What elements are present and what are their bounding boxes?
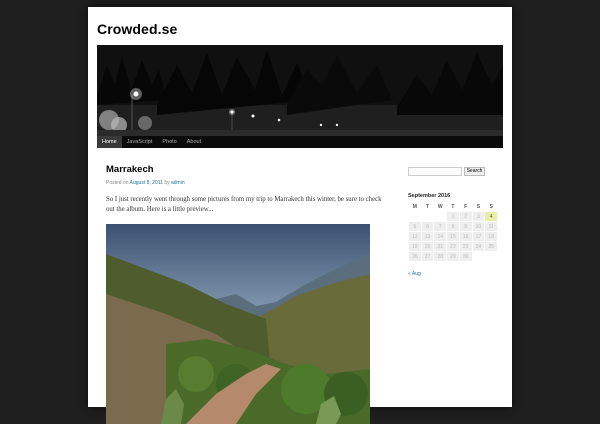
calendar-caption: September 2016 — [408, 193, 451, 199]
calendar-week-row: 1234 — [409, 212, 497, 221]
calendar-weekday-header: W — [437, 204, 443, 210]
calendar-day: 30 — [459, 252, 472, 261]
calendar-day: 9 — [459, 222, 472, 231]
page-wrapper: Crowded.se Home JavaScript Photo About M… — [88, 7, 512, 424]
menu-item-photo[interactable]: Photo — [157, 136, 181, 148]
calendar-empty-cell — [434, 212, 446, 221]
calendar-day: 11 — [485, 222, 497, 231]
calendar-weekday-header: S — [489, 204, 493, 210]
calendar: MTWTFSS 1 2 3 4 5 6 7 8 9 10 11 12 13 14 15 16 17 18 19 20 2… — [408, 202, 498, 262]
calendar-day: 13 — [421, 232, 434, 241]
calendar-day: 22 — [447, 242, 459, 251]
calendar-day: 27 — [421, 252, 434, 261]
calendar-day: 28 — [434, 252, 447, 261]
calendar-weekday-header: T — [451, 204, 455, 210]
calendar-empty-cell — [473, 252, 485, 261]
calendar-weekday-header: S — [476, 204, 481, 210]
calendar-week-row: 19 20 21 22 23 24 25 — [409, 242, 497, 251]
post-content: Marrakech Posted on August 8, 2011 by ad… — [106, 164, 382, 424]
calendar-day: 10 — [472, 222, 485, 231]
search-input[interactable] — [408, 167, 462, 176]
calendar-day: 18 — [485, 232, 497, 241]
meta-prefix: Posted on — [106, 180, 129, 186]
calendar-day: 16 — [459, 232, 472, 241]
post-image[interactable] — [106, 224, 370, 424]
post-meta: Posted on August 8, 2011 by admin — [106, 180, 371, 186]
meta-by: by — [164, 180, 170, 186]
calendar-empty-cell — [409, 212, 421, 221]
calendar-weekday-header: F — [464, 204, 468, 210]
post-title[interactable]: Marrakech — [106, 164, 371, 175]
calendar-day: 19 — [409, 242, 421, 251]
calendar-week-row: 5 6 7 8 9 10 11 — [409, 222, 497, 231]
menu-item-javascript[interactable]: JavaScript — [122, 136, 158, 148]
calendar-day: 17 — [472, 232, 485, 241]
calendar-day: 2 — [459, 212, 472, 221]
calendar-weekday-header: M — [412, 204, 417, 210]
site-title[interactable]: Crowded.se — [97, 21, 177, 37]
calendar-weekday-header: T — [426, 204, 430, 210]
calendar-prev-month-link[interactable]: « Aug — [408, 271, 421, 277]
calendar-empty-cell — [422, 212, 434, 221]
calendar-day: 8 — [447, 222, 459, 231]
calendar-week-row: 26 27 28 29 30 — [409, 252, 497, 261]
calendar-day: 29 — [447, 252, 459, 261]
calendar-day: 25 — [485, 242, 497, 251]
calendar-week-row: 12 13 14 15 16 17 18 — [409, 232, 497, 241]
post-body: So I just recently went through some pic… — [106, 196, 382, 213]
calendar-day: 7 — [434, 222, 447, 231]
calendar-day: 14 — [434, 232, 447, 241]
calendar-day: 3 — [472, 212, 485, 221]
menu-item-home[interactable]: Home — [97, 136, 122, 148]
calendar-day: 21 — [434, 242, 447, 251]
calendar-day: 15 — [447, 232, 459, 241]
search-button[interactable]: Search — [464, 167, 485, 176]
calendar-day: 26 — [409, 252, 421, 261]
calendar-day: 1 — [447, 212, 459, 221]
calendar-day: 6 — [421, 222, 434, 231]
calendar-day: 23 — [459, 242, 472, 251]
calendar-header-row: MTWTFSS — [409, 203, 497, 211]
post-date-link[interactable]: August 8, 2011 — [130, 180, 163, 186]
calendar-day: 24 — [472, 242, 485, 251]
post-author-link[interactable]: admin — [171, 180, 185, 186]
header-image — [97, 45, 503, 136]
calendar-day: 12 — [409, 232, 421, 241]
calendar-body: 1 2 3 4 5 6 7 8 9 10 11 12 13 14 15 16 17 18 19 20 21 22 23 24 2… — [409, 212, 497, 261]
main-menu: Home JavaScript Photo About — [97, 136, 503, 148]
calendar-empty-cell — [485, 252, 497, 261]
calendar-day: 4 — [485, 212, 497, 221]
calendar-day: 20 — [421, 242, 434, 251]
calendar-day: 5 — [409, 222, 421, 231]
menu-item-about[interactable]: About — [182, 136, 206, 148]
